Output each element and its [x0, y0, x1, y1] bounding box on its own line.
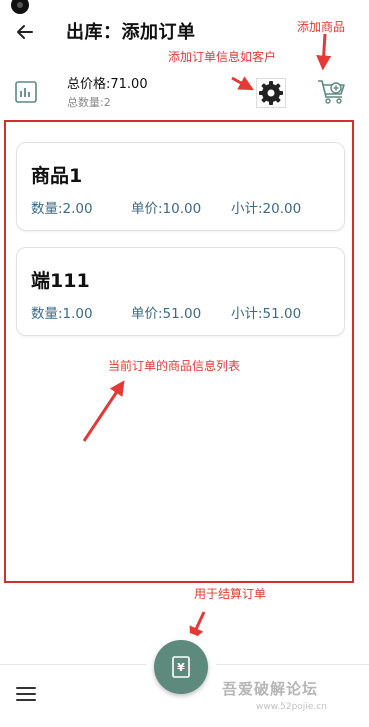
receipt-yuan-icon: ¥ — [172, 656, 190, 678]
menu-icon — [16, 699, 36, 701]
checkout-button[interactable]: ¥ — [154, 640, 208, 694]
menu-icon — [16, 687, 36, 689]
watermark: 吾爱破解论坛 — [222, 680, 319, 698]
menu-icon — [16, 693, 36, 695]
menu-button[interactable] — [14, 684, 38, 704]
watermark-url: www.52pojie.cn — [256, 702, 327, 712]
arrow-add-product — [316, 33, 332, 71]
arrow-order-settings — [231, 76, 254, 91]
annotation-arrows — [82, 33, 332, 643]
arrow-list-info — [82, 380, 125, 442]
yuan-symbol: ¥ — [177, 661, 185, 674]
